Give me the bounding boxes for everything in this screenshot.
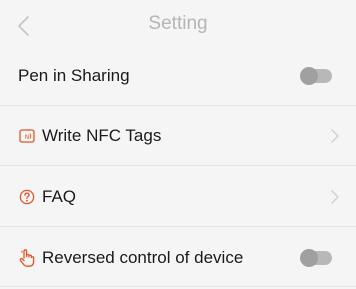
chevron-right-icon [331, 190, 339, 204]
svg-text:N: N [25, 134, 30, 141]
pen-in-sharing-toggle[interactable] [300, 67, 332, 85]
header-bar: Setting [0, 0, 356, 50]
settings-row-label: FAQ [42, 187, 77, 206]
settings-row-label: Pen in Sharing [18, 66, 130, 85]
settings-row-label: Write NFC Tags [42, 126, 162, 145]
nfc-icon: N [18, 127, 36, 145]
divider [0, 105, 356, 106]
reversed-control-toggle[interactable] [300, 249, 332, 267]
divider [0, 165, 356, 166]
settings-row-label: Reversed control of device [42, 248, 244, 267]
page-title: Setting [148, 13, 208, 34]
question-circle-icon [18, 188, 36, 206]
hand-pointer-icon [18, 249, 36, 267]
divider [0, 226, 356, 227]
chevron-right-icon [331, 129, 339, 143]
settings-row-faq[interactable]: FAQ [0, 171, 356, 223]
toggle-knob [300, 249, 318, 267]
divider [0, 286, 356, 287]
settings-row-write-nfc-tags[interactable]: N Write NFC Tags [0, 110, 356, 162]
settings-row-pen-in-sharing: Pen in Sharing [0, 50, 356, 102]
settings-row-reversed-control: Reversed control of device [0, 232, 356, 284]
toggle-knob [300, 67, 318, 85]
